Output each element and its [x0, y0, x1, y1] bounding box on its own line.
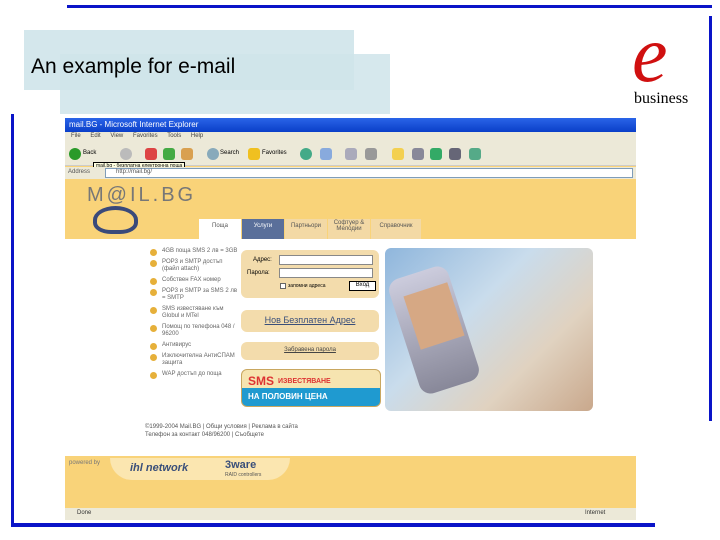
feature-item[interactable]: Собствен FAX номер	[150, 277, 240, 285]
address-input[interactable]: http://mail.bg/	[105, 168, 633, 178]
feature-item[interactable]: Изключителна АнтиСПАМ защита	[150, 353, 240, 367]
status-bar: Done Internet	[65, 508, 636, 520]
menu-help[interactable]: Help	[191, 133, 203, 139]
feature-item[interactable]: POP3 и SMTP достъп (файл attach)	[150, 259, 240, 273]
menu-view[interactable]: View	[110, 133, 123, 139]
window-title: mail.BG - Microsoft Internet Explorer	[65, 118, 636, 132]
menu-tools[interactable]: Tools	[167, 133, 181, 139]
sms-banner-line2: НА ПОЛОВИН ЦЕНА	[248, 392, 328, 401]
feature-item[interactable]: Антивирус	[150, 342, 240, 350]
feature-item[interactable]: WAP достъп до поща	[150, 371, 240, 379]
login-address-input[interactable]	[279, 255, 373, 265]
forgot-panel: Забравена парола	[241, 342, 379, 360]
edit-icon[interactable]	[365, 148, 377, 160]
home-icon[interactable]	[181, 148, 193, 160]
remember-label: запомни адреса	[288, 283, 326, 289]
folder-icon[interactable]	[392, 148, 404, 160]
back-icon[interactable]	[69, 148, 81, 160]
refresh-icon[interactable]	[163, 148, 175, 160]
new-address-panel: Нов Безплатен Адрес	[241, 310, 379, 332]
login-panel: Адрес: Парола: запомни адреса Вход	[241, 250, 379, 298]
tab-partners[interactable]: Партньори	[285, 219, 327, 239]
bottom-rule	[11, 523, 655, 527]
favorites-icon[interactable]	[248, 148, 260, 160]
sms-banner[interactable]: SMS ИЗВЕСТЯВАНЕ НА ПОЛОВИН ЦЕНА	[241, 369, 381, 407]
plugin-icon[interactable]	[430, 148, 442, 160]
back-button[interactable]: Back	[83, 150, 96, 156]
tool-icon[interactable]	[449, 148, 461, 160]
top-rule	[67, 5, 712, 8]
powered-by-label: powered by	[69, 460, 101, 466]
remember-checkbox[interactable]	[280, 283, 286, 289]
address-field-label: Адрес:	[253, 257, 272, 263]
tab-directory[interactable]: Справочник	[371, 219, 421, 239]
tab-software[interactable]: Софтуер & Мелодии	[328, 219, 370, 239]
menu-bar: File Edit View Favorites Tools Help	[65, 132, 636, 142]
mail-icon[interactable]	[320, 148, 332, 160]
feature-item[interactable]: Помощ по телефона 048 / 96200	[150, 324, 240, 338]
print-icon[interactable]	[345, 148, 357, 160]
sms-banner-title: SMS	[248, 374, 275, 388]
login-button[interactable]: Вход	[349, 281, 376, 291]
menu-file[interactable]: File	[71, 133, 81, 139]
mailbg-logo: M@IL.BG	[87, 184, 197, 206]
address-label: Address	[68, 169, 91, 175]
new-address-link[interactable]: Нов Безплатен Адрес	[241, 315, 379, 325]
search-icon[interactable]	[207, 148, 219, 160]
address-bar: Address http://mail.bg/	[65, 167, 636, 179]
tab-services[interactable]: Услуги	[242, 219, 284, 239]
messenger-icon[interactable]	[412, 148, 424, 160]
slide-title: An example for e-mail	[31, 55, 236, 78]
footer: ©1999-2004 Mail.BG | Общи условия | Рекл…	[145, 423, 298, 439]
status-zone: Internet	[585, 510, 606, 516]
feature-item[interactable]: 4GB поща SMS 2 лв = 3GB	[150, 248, 240, 256]
login-password-input[interactable]	[279, 268, 373, 278]
features-list: 4GB поща SMS 2 лв = 3GB POP3 и SMTP дост…	[150, 248, 240, 382]
sponsor-ihl-link[interactable]: ihl network	[130, 462, 188, 474]
status-text: Done	[77, 510, 92, 516]
left-rule	[11, 114, 14, 524]
forward-icon[interactable]	[120, 148, 132, 160]
ebusiness-logo: e	[632, 11, 668, 99]
tab-mail[interactable]: Поща	[199, 219, 241, 239]
footer-line: Телефон за контакт 048/96200 | Съобщете	[145, 432, 264, 438]
feature-item[interactable]: SMS известяване към Globul и MTel	[150, 306, 240, 320]
media-icon[interactable]	[300, 148, 312, 160]
footer-line: ©1999-2004 Mail.BG | Общи условия | Рекл…	[145, 424, 298, 430]
menu-edit[interactable]: Edit	[90, 133, 100, 139]
menu-favorites[interactable]: Favorites	[133, 133, 158, 139]
forgot-password-link[interactable]: Забравена парола	[241, 347, 379, 353]
sms-banner-subtitle: ИЗВЕСТЯВАНЕ	[278, 378, 331, 385]
right-rule	[709, 16, 712, 421]
search-button[interactable]: Search	[220, 150, 239, 156]
password-field-label: Парола:	[247, 270, 270, 276]
browser-screenshot: mail.BG - Microsoft Internet Explorer Fi…	[65, 118, 636, 520]
sponsor-3ware-sub: RAID controllers	[225, 472, 262, 478]
feature-item[interactable]: POP3 и SMTP за SMS 2 лв = SMTP	[150, 288, 240, 302]
stop-icon[interactable]	[145, 148, 157, 160]
cat-logo-icon	[93, 206, 138, 234]
sponsor-3ware-link[interactable]: 3ware	[225, 459, 256, 471]
ebusiness-logo-text: business	[634, 90, 689, 107]
users-icon[interactable]	[469, 148, 481, 160]
favorites-button[interactable]: Favorites	[262, 150, 287, 156]
